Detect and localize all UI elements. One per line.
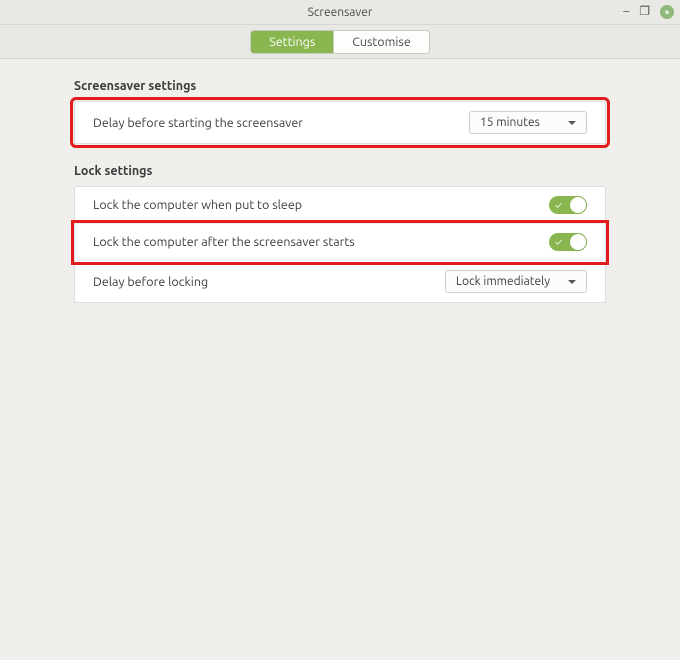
toggle-lock-sleep[interactable]: [549, 196, 587, 214]
lock-section-title: Lock settings: [74, 164, 670, 178]
titlebar: Screensaver – ❐ ×: [0, 0, 680, 25]
tab-group: Settings Customise: [251, 31, 429, 53]
screensaver-settings-card: Delay before starting the screensaver 15…: [74, 101, 606, 144]
dropdown-delay-start[interactable]: 15 minutes: [469, 111, 587, 134]
dropdown-delay-start-value: 15 minutes: [480, 116, 540, 129]
lock-settings-card: Lock the computer when put to sleep Lock…: [74, 186, 606, 303]
screensaver-section-title: Screensaver settings: [74, 79, 670, 93]
chevron-down-icon: [568, 121, 576, 125]
tab-customise[interactable]: Customise: [334, 31, 428, 53]
close-icon[interactable]: ×: [660, 5, 674, 19]
dropdown-delay-lock[interactable]: Lock immediately: [445, 270, 587, 293]
window-controls: – ❐ ×: [623, 0, 674, 24]
row-lock-sleep: Lock the computer when put to sleep: [75, 187, 605, 224]
dropdown-delay-lock-value: Lock immediately: [456, 275, 550, 288]
content-area: Screensaver settings Delay before starti…: [0, 59, 680, 343]
row-delay-start: Delay before starting the screensaver 15…: [75, 102, 605, 143]
label-lock-after-ss: Lock the computer after the screensaver …: [93, 235, 549, 249]
maximize-icon[interactable]: ❐: [639, 6, 650, 18]
row-lock-after-ss: Lock the computer after the screensaver …: [75, 224, 605, 261]
row-delay-lock: Delay before locking Lock immediately: [75, 261, 605, 302]
label-delay-start: Delay before starting the screensaver: [93, 116, 469, 130]
chevron-down-icon: [568, 280, 576, 284]
tabbar: Settings Customise: [0, 25, 680, 59]
tab-settings[interactable]: Settings: [251, 31, 334, 53]
minimize-icon[interactable]: –: [623, 6, 629, 18]
label-lock-sleep: Lock the computer when put to sleep: [93, 198, 549, 212]
label-delay-lock: Delay before locking: [93, 275, 445, 289]
toggle-lock-after-ss[interactable]: [549, 233, 587, 251]
window-title: Screensaver: [0, 6, 680, 19]
